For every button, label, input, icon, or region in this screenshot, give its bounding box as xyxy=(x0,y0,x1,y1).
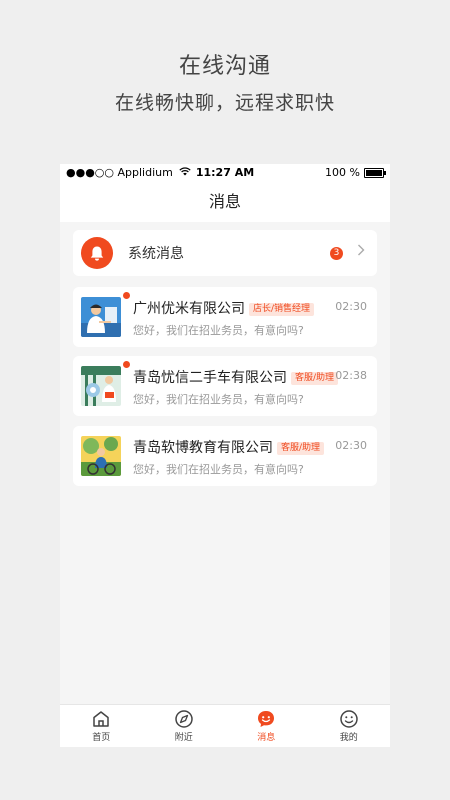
message-time: 02:38 xyxy=(335,369,367,382)
phone-screen: ●●●○○ Applidium 11:27 AM 100 % 消息 系统消息 3… xyxy=(60,164,390,747)
promo-title: 在线沟通 xyxy=(178,54,271,79)
bell-icon xyxy=(81,237,113,269)
compass-icon xyxy=(175,710,193,728)
message-preview: 您好，我们在招业务员，有意向吗? xyxy=(133,324,304,337)
promo-subtitle: 在线畅快聊，远程求职快 xyxy=(114,92,335,114)
system-message-label: 系统消息 xyxy=(128,246,184,262)
job-tag: 客服/助理 xyxy=(277,442,325,455)
unread-count-badge: 3 xyxy=(330,247,343,260)
chevron-right-icon xyxy=(357,244,365,260)
tab-label: 附近 xyxy=(174,733,193,743)
chat-icon xyxy=(258,711,275,727)
unread-dot xyxy=(123,361,130,368)
conversation-item[interactable]: 青岛忧信二手车有限公司 客服/助理 02:38 您好，我们在招业务员，有意向吗? xyxy=(73,356,377,416)
tab-bar: 首页 附近 消息 我的 xyxy=(60,704,390,747)
company-name: 青岛软博教育有限公司 xyxy=(133,440,273,456)
tab-label: 首页 xyxy=(92,733,111,743)
tab-home[interactable]: 首页 xyxy=(60,705,143,747)
conversation-item[interactable]: 青岛软博教育有限公司 客服/助理 02:30 您好，我们在招业务员，有意向吗? xyxy=(73,426,377,486)
company-name-row: 青岛软博教育有限公司 客服/助理 xyxy=(133,437,325,457)
tab-nearby[interactable]: 附近 xyxy=(143,705,226,747)
job-tag: 客服/助理 xyxy=(291,372,339,385)
company-avatar xyxy=(81,436,121,476)
company-name-row: 广州优米有限公司 店长/销售经理 xyxy=(133,298,315,318)
system-message-row[interactable]: 系统消息 3 xyxy=(73,230,377,276)
battery-label: 100 % xyxy=(325,166,360,179)
company-avatar xyxy=(81,297,121,337)
status-bar: ●●●○○ Applidium 11:27 AM 100 % xyxy=(60,164,390,182)
smiley-icon xyxy=(340,710,358,728)
status-battery-group: 100 % xyxy=(325,166,386,179)
tab-label: 我的 xyxy=(339,733,358,743)
tab-messages[interactable]: 消息 xyxy=(225,705,308,747)
company-name-row: 青岛忧信二手车有限公司 客服/助理 xyxy=(133,367,339,387)
message-time: 02:30 xyxy=(335,300,367,313)
tab-label: 消息 xyxy=(257,733,276,743)
company-avatar xyxy=(81,366,121,406)
message-time: 02:30 xyxy=(335,439,367,452)
company-name: 青岛忧信二手车有限公司 xyxy=(133,370,287,386)
battery-icon xyxy=(364,167,386,178)
page-title: 消息 xyxy=(208,192,241,211)
home-icon xyxy=(93,711,109,727)
conversation-item[interactable]: 广州优米有限公司 店长/销售经理 02:30 您好，我们在招业务员，有意向吗? xyxy=(73,287,377,347)
job-tag: 店长/销售经理 xyxy=(249,303,315,316)
message-preview: 您好，我们在招业务员，有意向吗? xyxy=(133,463,304,476)
unread-dot xyxy=(123,292,130,299)
company-name: 广州优米有限公司 xyxy=(133,301,245,317)
tab-profile[interactable]: 我的 xyxy=(308,705,391,747)
message-preview: 您好，我们在招业务员，有意向吗? xyxy=(133,393,304,406)
nav-bar: 消息 xyxy=(60,182,390,222)
